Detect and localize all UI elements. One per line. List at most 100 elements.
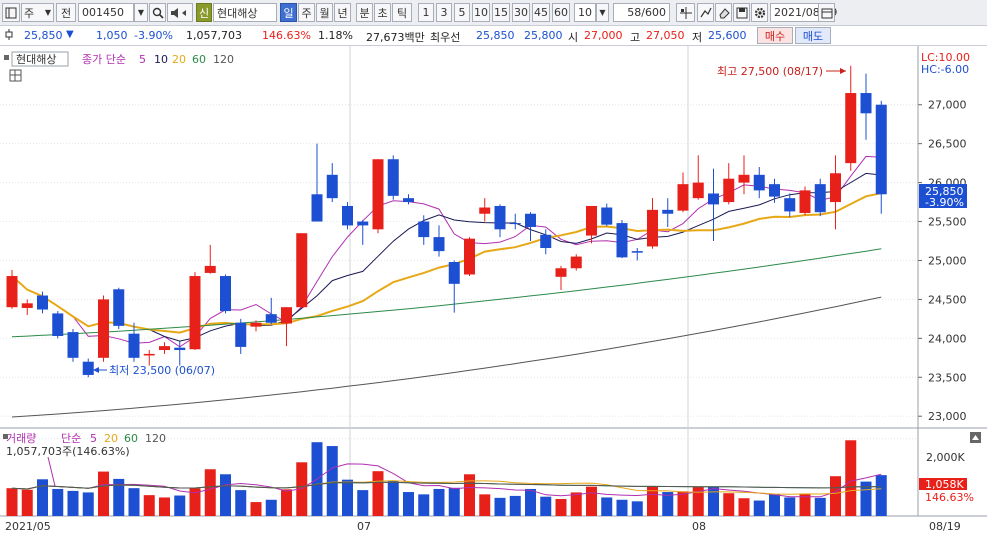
page-field[interactable]: 58/600 (613, 3, 670, 22)
volume-bar (738, 498, 750, 516)
volume-bar (143, 495, 155, 516)
y-tick-label: 25,000 (928, 254, 967, 267)
bid-price: 25,800 (524, 29, 563, 42)
volume-bar (875, 475, 887, 516)
candle-body (769, 184, 780, 197)
volume-bar (433, 488, 445, 516)
candle-body (113, 289, 125, 326)
code-input[interactable]: 001450 (78, 3, 134, 22)
volume-axis-tick: 2,000K (926, 451, 965, 464)
volume-bar (418, 494, 430, 516)
chevron-down-icon: ▼ (137, 8, 145, 17)
speaker-icon[interactable] (167, 3, 193, 22)
y-tick-label: 23,500 (928, 371, 967, 384)
open-label: 시 (568, 31, 579, 44)
candle-body (357, 221, 369, 226)
interval-button[interactable]: 1 (418, 3, 434, 22)
period-tab-month[interactable]: 월 (316, 3, 333, 22)
volume-bar (174, 495, 186, 516)
candle-body (174, 347, 186, 351)
x-axis-last-label: 08/19 (929, 520, 961, 533)
legend-ma5: 5 (139, 53, 146, 66)
period-tab-second[interactable]: 초 (374, 3, 391, 22)
candle-body (647, 209, 658, 247)
layout-icon[interactable] (2, 3, 20, 22)
interval-button[interactable]: 60 (552, 3, 570, 22)
search-icon[interactable] (149, 3, 166, 22)
volume-tag-pct: 146.63% (925, 491, 974, 504)
interval-button[interactable]: 30 (512, 3, 530, 22)
toolbar: 주 ▼ 전 001450 ▼ 신 현대해상 일 주 월 년 분 초 틱 1 3 … (0, 0, 987, 26)
interval-button[interactable]: 45 (532, 3, 550, 22)
candle-body (433, 237, 445, 252)
prev-button[interactable]: 전 (56, 3, 76, 22)
volume-bar (67, 490, 79, 516)
volume-bar (21, 489, 33, 516)
candle-body (418, 221, 430, 238)
volume-bar (525, 488, 536, 516)
low-price: 25,600 (708, 29, 747, 42)
count-input[interactable]: 10 (574, 3, 596, 22)
candle-body (540, 234, 552, 249)
interval-button[interactable]: 5 (454, 3, 470, 22)
period-tab-year[interactable]: 년 (334, 3, 351, 22)
volume-bar (82, 492, 94, 516)
candle-body (723, 178, 735, 203)
volume-bar (586, 486, 597, 516)
interval-button[interactable]: 3 (436, 3, 452, 22)
candle-body (677, 184, 689, 211)
volume-bar (509, 495, 521, 516)
stock-name-field[interactable]: 현대해상 (213, 3, 277, 22)
max-price-note: 최고 27,500 (08/17) (717, 65, 823, 78)
candle-body (6, 276, 18, 308)
period-tab-day[interactable]: 일 (280, 3, 297, 22)
period-tab-minute[interactable]: 분 (356, 3, 373, 22)
candle-body (372, 159, 384, 230)
volume-bar (753, 500, 765, 516)
volume-bar (677, 491, 689, 516)
legend-ma120: 120 (213, 53, 234, 66)
volume-bar (342, 479, 353, 516)
stock-label: 현대해상 (16, 52, 56, 66)
legend-ma20: 20 (172, 53, 186, 66)
price-chart[interactable]: 27,00026,50026,00025,50025,00024,50024,0… (0, 46, 987, 539)
ask-price: 25,850 (476, 29, 515, 42)
eraser-icon[interactable] (715, 3, 732, 22)
draw-tool-icon[interactable] (697, 3, 714, 22)
save-icon[interactable] (733, 3, 750, 22)
candle-body (311, 194, 323, 222)
candle-body (403, 198, 414, 203)
market-select[interactable]: 주 ▼ (21, 3, 54, 22)
period-tab-week[interactable]: 주 (298, 3, 315, 22)
panel-marker-icon (4, 55, 9, 60)
candle-body (448, 262, 460, 284)
buy-button[interactable]: 매수 (757, 27, 793, 44)
chevron-down-icon: ▼ (599, 8, 606, 17)
candle-body (708, 193, 719, 205)
price-change-pct: -3.90% (134, 29, 173, 42)
volume-bar (235, 490, 247, 516)
candle-body (692, 182, 704, 199)
candle-body (67, 332, 79, 358)
price-change: 1,050 (96, 29, 128, 42)
interval-button[interactable]: 10 (472, 3, 490, 22)
interval-button[interactable]: 15 (492, 3, 510, 22)
high-label: 고 (630, 31, 641, 44)
candle-body (570, 256, 582, 269)
volume-bar (479, 494, 491, 516)
period-tab-tick[interactable]: 틱 (392, 3, 412, 22)
candle-body (662, 209, 674, 214)
sell-button[interactable]: 매도 (795, 27, 831, 44)
best-bid-label: 최우선 (430, 31, 461, 44)
code-dropdown[interactable]: ▼ (134, 3, 148, 22)
candle-body (387, 159, 399, 196)
count-dropdown[interactable]: ▼ (596, 3, 609, 22)
candle-body (220, 276, 231, 312)
quote-icon (4, 29, 14, 43)
gear-icon[interactable] (751, 3, 768, 22)
current-price: 25,850 (24, 29, 63, 42)
crosshair-icon[interactable] (676, 3, 695, 22)
volume-bar (570, 492, 582, 516)
calendar-icon[interactable] (818, 3, 835, 22)
volume-bar (555, 499, 567, 516)
